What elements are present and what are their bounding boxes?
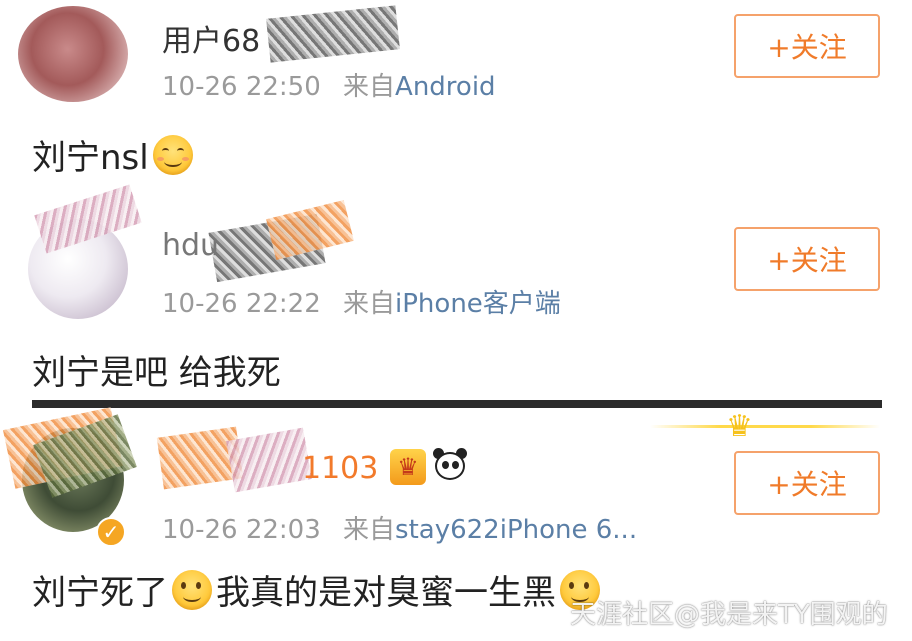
source-client[interactable]: Android (395, 72, 496, 102)
comment-text-body: 我真的是对臭蜜一生黑 (216, 573, 556, 613)
username[interactable]: 用户68 (162, 16, 260, 60)
follow-button[interactable]: +关注 (734, 451, 880, 515)
crown-icon: ♛ (726, 409, 753, 444)
username[interactable]: 1103 (302, 451, 378, 486)
comment-text-body: 刘宁死了 (32, 573, 168, 613)
watermark-text: 天涯社区@我是来TY围观的 (570, 600, 888, 630)
comment-time: 10-26 22:50 (162, 72, 321, 102)
smiling-blush-emoji (152, 134, 193, 175)
comment-text: 刘宁死了 我真的是对臭蜜一生黑 (32, 565, 604, 614)
comment-item: hdu 10-26 22:22 来自iPhone客户端 +关注 刘宁是吧 给我死 (0, 184, 912, 410)
comment-time: 10-26 22:22 (162, 289, 321, 319)
redaction-scribble (266, 5, 400, 63)
follow-button[interactable]: +关注 (734, 227, 880, 291)
comment-text-body: 刘宁nsl (32, 138, 149, 178)
redaction-scribble (266, 199, 354, 261)
panda-icon[interactable] (432, 447, 468, 483)
crown-vip-icon[interactable]: ♛ (390, 449, 426, 485)
verified-icon: ✓ (96, 517, 126, 547)
source-prefix: 来自 (343, 515, 396, 545)
comment-text: 刘宁是吧 给我死 (32, 353, 281, 393)
comment-meta: 10-26 22:03 来自stay622iPhone 6... (162, 509, 637, 546)
comment-item: 用户68 10-26 22:50 来自Android +关注 刘宁nsl (0, 0, 912, 205)
username[interactable]: hdu (162, 228, 219, 263)
source-client[interactable]: iPhone客户端 (395, 289, 561, 319)
source-prefix: 来自 (343, 289, 396, 319)
smile-emoji (172, 569, 212, 610)
follow-button[interactable]: +关注 (734, 14, 880, 78)
avatar[interactable] (18, 6, 128, 102)
source-client[interactable]: stay622iPhone 6... (395, 515, 637, 545)
vip-banner-line (650, 425, 880, 428)
comment-text: 刘宁nsl (32, 130, 197, 179)
comment-time: 10-26 22:03 (162, 515, 321, 545)
image-divider (32, 400, 882, 408)
source-prefix: 来自 (343, 72, 396, 102)
comment-meta: 10-26 22:50 来自Android (162, 66, 496, 103)
comment-meta: 10-26 22:22 来自iPhone客户端 (162, 283, 561, 320)
redaction-scribble (226, 427, 312, 493)
